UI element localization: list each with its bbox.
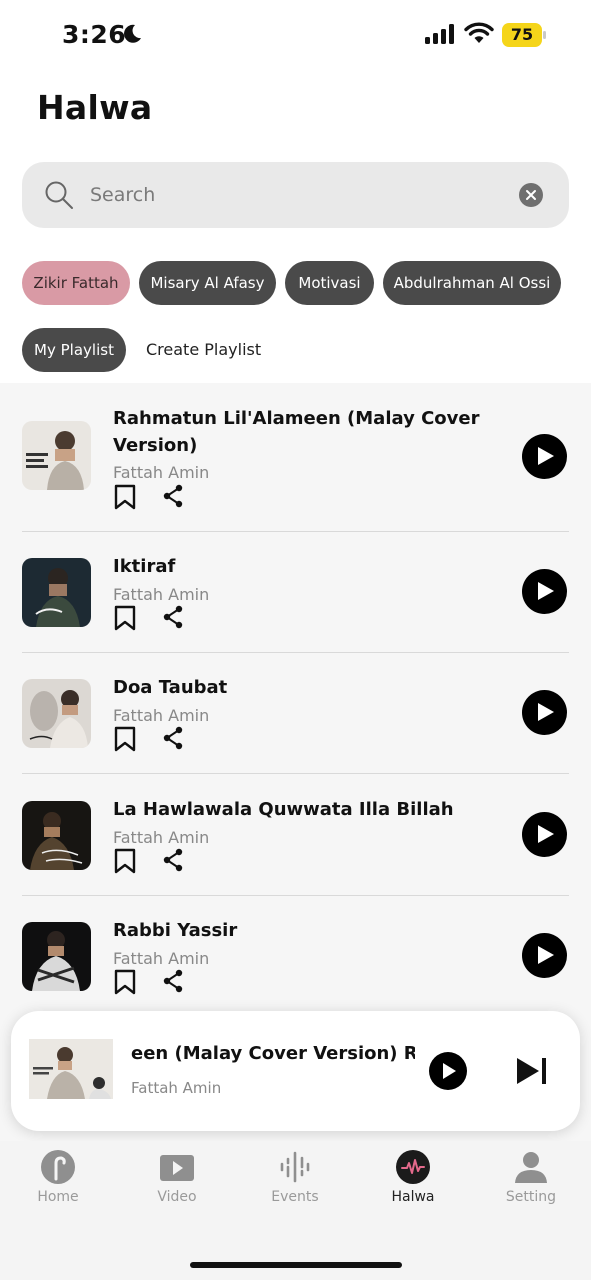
chip-motivasi[interactable]: Motivasi (285, 261, 374, 305)
play-button[interactable] (522, 933, 567, 978)
now-playing-art (29, 1039, 113, 1099)
bookmark-icon[interactable] (114, 605, 136, 631)
halwa-icon (363, 1149, 463, 1185)
close-icon (526, 190, 536, 200)
chip-abdulrahman-al-ossi[interactable]: Abdulrahman Al Ossi (383, 261, 561, 305)
search-input[interactable] (90, 178, 510, 212)
page-title: Halwa (37, 88, 153, 127)
tab-events[interactable]: Events (245, 1149, 345, 1205)
my-playlist-button[interactable]: My Playlist (22, 328, 126, 372)
chip-misary-al-afasy[interactable]: Misary Al Afasy (139, 261, 276, 305)
album-art (22, 558, 91, 627)
album-art (22, 801, 91, 870)
play-icon (538, 703, 554, 721)
track-artist: Fattah Amin (113, 828, 210, 847)
create-playlist-button[interactable]: Create Playlist (146, 340, 261, 359)
album-art (22, 922, 91, 991)
track-title: Doa Taubat (113, 677, 228, 698)
tab-label: Video (157, 1189, 197, 1205)
track-title: La Hawlawala Quwwata Illa Billah (113, 799, 454, 820)
setting-icon (481, 1149, 581, 1185)
play-icon (538, 946, 554, 964)
tab-video[interactable]: Video (127, 1149, 227, 1205)
album-art (22, 421, 91, 490)
play-button[interactable] (522, 434, 567, 479)
track-artist: Fattah Amin (113, 706, 210, 725)
play-button[interactable] (522, 569, 567, 614)
tab-bar: Home Video Events Halwa Setting (0, 1141, 591, 1280)
play-icon (443, 1063, 456, 1079)
wifi-icon (464, 22, 494, 43)
share-icon[interactable] (162, 484, 184, 508)
bookmark-icon[interactable] (114, 848, 136, 874)
skip-next-icon[interactable] (515, 1056, 549, 1086)
play-button[interactable] (522, 812, 567, 857)
search-bar[interactable] (22, 162, 569, 228)
moon-icon (124, 24, 141, 43)
mini-play-button[interactable] (429, 1052, 467, 1090)
tab-label: Setting (505, 1189, 557, 1205)
events-icon (245, 1149, 345, 1185)
share-icon[interactable] (162, 605, 184, 629)
tab-label: Halwa (391, 1189, 435, 1205)
track-title: Rabbi Yassir (113, 920, 238, 941)
track-title: Rahmatun Lil'Alameen (Malay Cover Versio… (113, 408, 480, 456)
battery-indicator: 75 (502, 23, 546, 47)
play-button[interactable] (522, 690, 567, 735)
play-icon (538, 582, 554, 600)
play-icon (538, 447, 554, 465)
video-icon (127, 1149, 227, 1185)
tab-label: Home (37, 1189, 79, 1205)
track-artist: Fattah Amin (113, 585, 210, 604)
home-icon (8, 1149, 108, 1185)
chip-zikir-fattah[interactable]: Zikir Fattah (22, 261, 130, 305)
tab-label: Events (271, 1189, 319, 1205)
track-artist: Fattah Amin (113, 463, 210, 482)
clear-search-button[interactable] (519, 183, 543, 207)
home-indicator (190, 1262, 402, 1268)
share-icon[interactable] (162, 969, 184, 993)
bookmark-icon[interactable] (114, 484, 136, 510)
share-icon[interactable] (162, 726, 184, 750)
tab-home[interactable]: Home (8, 1149, 108, 1205)
play-icon (538, 825, 554, 843)
track-title: Iktiraf (113, 556, 176, 577)
bookmark-icon[interactable] (114, 726, 136, 752)
search-icon (45, 181, 73, 209)
tab-setting[interactable]: Setting (481, 1149, 581, 1205)
now-playing-title: een (Malay Cover Version) Ra (131, 1043, 415, 1064)
tab-halwa[interactable]: Halwa (363, 1149, 463, 1205)
signal-icon (425, 24, 454, 44)
share-icon[interactable] (162, 848, 184, 872)
album-art (22, 679, 91, 748)
battery-percent: 75 (510, 25, 534, 44)
status-bar: 3:26 75 (0, 0, 591, 70)
now-playing-artist: Fattah Amin (131, 1079, 222, 1097)
bookmark-icon[interactable] (114, 969, 136, 995)
mini-player[interactable]: een (Malay Cover Version) Ra Fattah Amin (11, 1011, 580, 1131)
track-artist: Fattah Amin (113, 949, 210, 968)
status-time: 3:26 (62, 20, 127, 49)
